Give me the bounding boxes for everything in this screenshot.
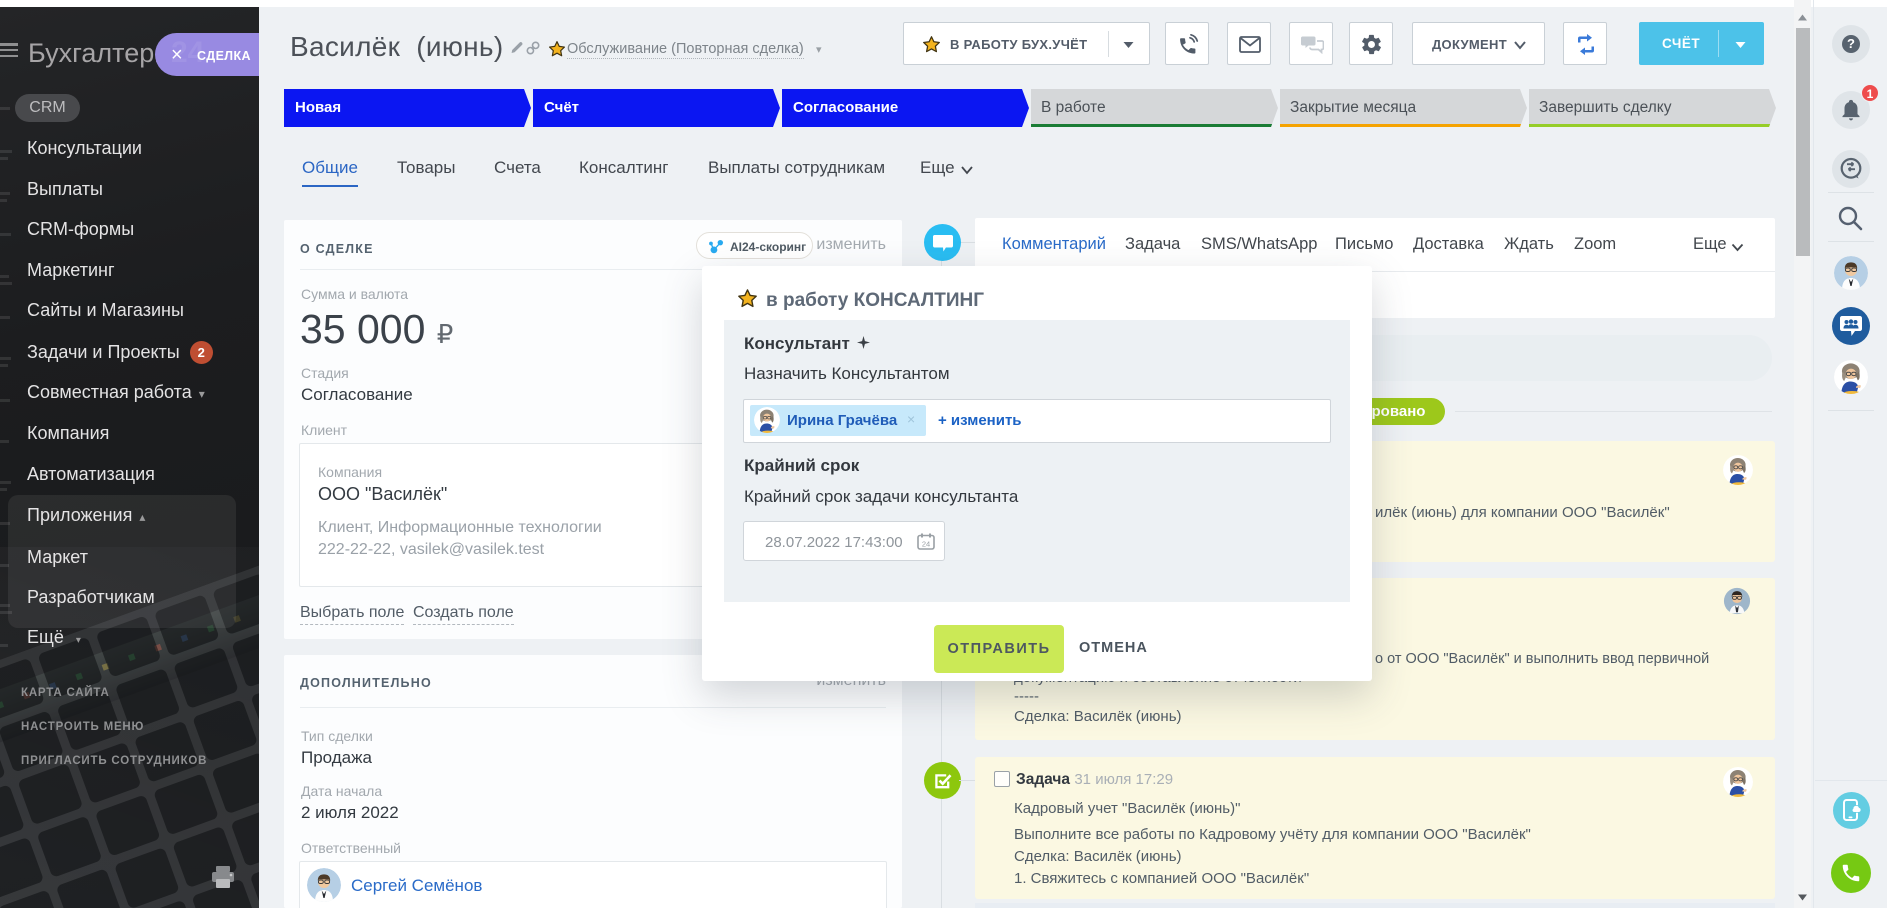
svg-text:24: 24 [922, 540, 930, 549]
